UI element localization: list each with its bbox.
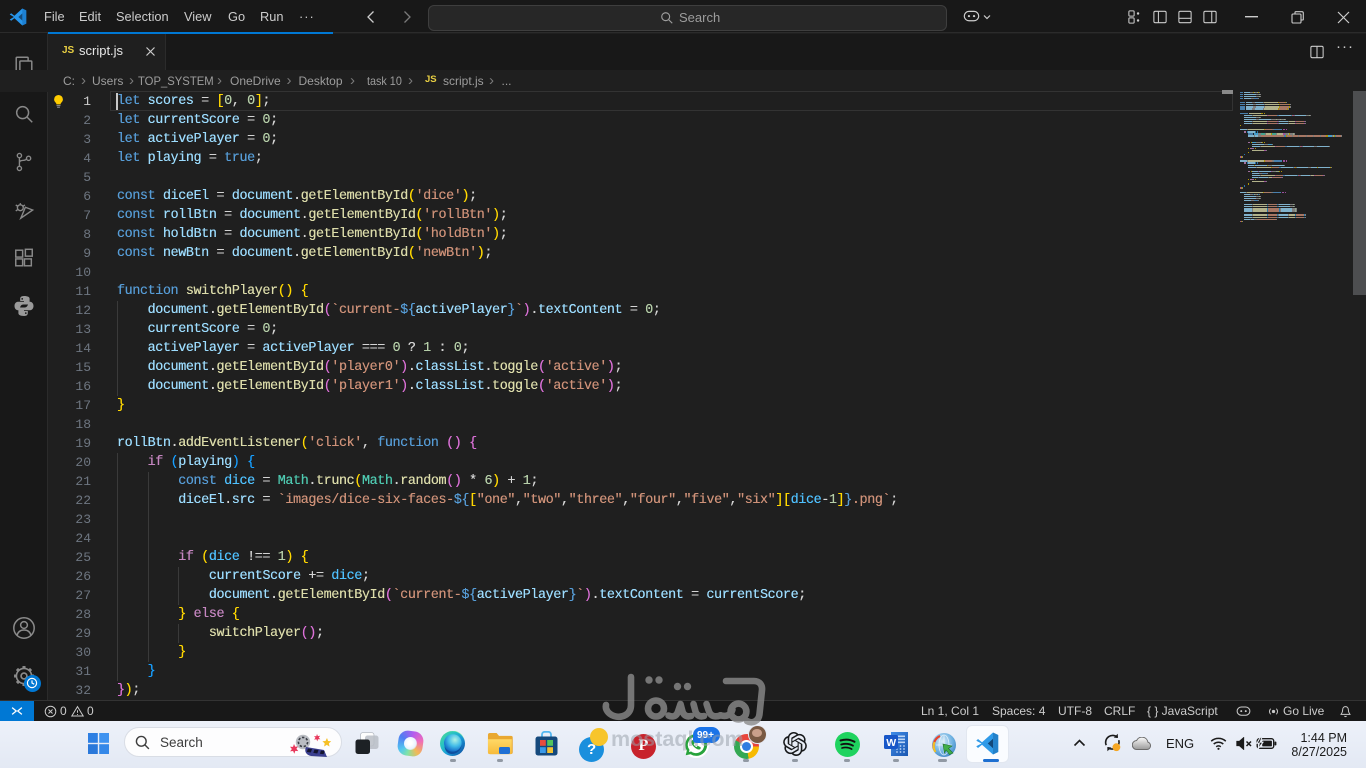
svg-text:W: W: [886, 737, 896, 749]
